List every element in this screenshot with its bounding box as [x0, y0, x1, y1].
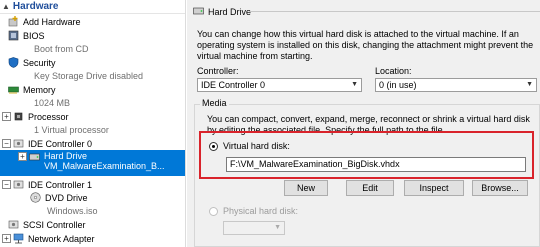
expand-plus-icon[interactable]: +	[18, 152, 27, 161]
physical-hard-disk-label: Physical hard disk:	[223, 206, 299, 216]
tree-item-memory[interactable]: Memory	[0, 83, 185, 96]
tree-item-label: IDE Controller 0	[28, 138, 93, 149]
tree-item-label: Network Adapter	[28, 233, 95, 244]
shield-icon	[8, 57, 19, 68]
hardware-section-title: Hardware	[12, 1, 59, 12]
tree-item-sub: Windows.iso	[0, 204, 185, 217]
tree-item-ide-controller-1[interactable]: − IDE Controller 1	[0, 178, 185, 191]
hard-drive-icon	[29, 151, 40, 162]
tree-item-label: DVD Drive	[45, 192, 88, 203]
hard-drive-icon	[193, 5, 204, 18]
tree-item-label: Add Hardware	[23, 16, 81, 27]
tree-item-hard-drive[interactable]: + Hard Drive VM_MalwareExamination_B...	[0, 150, 185, 176]
security-sub-text: Key Storage Drive disabled	[34, 70, 144, 81]
collapse-minus-icon[interactable]: −	[2, 139, 11, 148]
tree-item-ide-controller-0[interactable]: − IDE Controller 0	[0, 137, 185, 150]
tree-item-label: Memory	[23, 84, 56, 95]
processor-icon	[13, 111, 24, 122]
hardware-section-header[interactable]: ▲ Hardware	[0, 0, 185, 14]
chevron-down-icon: ▼	[274, 224, 281, 231]
tree-item-dvd-drive[interactable]: DVD Drive	[0, 191, 185, 204]
controller-label: Controller:	[197, 66, 239, 76]
memory-sub-text: 1024 MB	[34, 97, 71, 108]
tree-item-sub: Boot from CD	[0, 42, 185, 55]
tree-item-add-hardware[interactable]: Add Hardware	[0, 15, 185, 28]
tree-item-processor[interactable]: + Processor	[0, 110, 185, 123]
tree-item-label: Hard Drive	[44, 151, 88, 161]
physical-disk-select[interactable]: ▼	[223, 221, 285, 235]
dvd-disc-icon	[30, 192, 41, 203]
memory-icon	[8, 84, 19, 95]
tree-item-scsi-controller[interactable]: SCSI Controller	[0, 218, 185, 231]
location-select-value: 0 (in use)	[379, 80, 417, 90]
network-adapter-icon	[13, 233, 24, 244]
tree-item-network-adapter[interactable]: + Network Adapter	[0, 232, 185, 245]
bios-sub-text: Boot from CD	[34, 43, 89, 54]
tree-item-label: Security	[23, 57, 56, 68]
tree-item-label: IDE Controller 1	[28, 179, 93, 190]
controller-select[interactable]: IDE Controller 0 ▼	[197, 78, 362, 92]
media-group-title: Media	[200, 98, 229, 108]
hard-drive-settings-pane: Hard Drive You can change how this virtu…	[187, 0, 540, 247]
pane-title: Hard Drive	[208, 6, 252, 17]
red-highlight-box	[199, 131, 534, 179]
collapse-chevron-icon[interactable]: ▲	[2, 2, 10, 11]
browse-button[interactable]: Browse...	[472, 180, 528, 196]
new-button[interactable]: New	[284, 180, 328, 196]
chevron-down-icon: ▼	[351, 81, 358, 88]
location-select[interactable]: 0 (in use) ▼	[375, 78, 537, 92]
controller-icon	[13, 138, 24, 149]
location-label: Location:	[375, 66, 412, 76]
controller-icon	[13, 179, 24, 190]
add-hardware-icon	[8, 16, 19, 27]
dvd-sub-text: Windows.iso	[47, 205, 98, 216]
physical-hard-disk-radio[interactable]	[209, 207, 218, 216]
tree-item-sub: 1 Virtual processor	[0, 123, 185, 136]
tree-item-sub: Key Storage Drive disabled	[0, 69, 185, 82]
hard-drive-sub-text: VM_MalwareExamination_B...	[44, 161, 165, 171]
attachment-description: You can change how this virtual hard dis…	[197, 29, 534, 61]
tree-item-label: BIOS	[23, 30, 45, 41]
inspect-button[interactable]: Inspect	[404, 180, 464, 196]
bios-chip-icon	[8, 30, 19, 41]
tree-item-security[interactable]: Security	[0, 56, 185, 69]
processor-sub-text: 1 Virtual processor	[34, 124, 109, 135]
expand-plus-icon[interactable]: +	[2, 112, 11, 121]
tree-item-sub: 1024 MB	[0, 96, 185, 109]
edit-button[interactable]: Edit	[346, 180, 394, 196]
pane-header: Hard Drive	[193, 5, 251, 18]
tree-item-label: Processor	[28, 111, 69, 122]
collapse-minus-icon[interactable]: −	[2, 180, 11, 189]
hardware-tree: ▲ Hardware Add Hardware BIOS Boot from C…	[0, 0, 186, 247]
controller-select-value: IDE Controller 0	[201, 80, 266, 90]
tree-item-bios[interactable]: BIOS	[0, 29, 185, 42]
controller-icon	[8, 219, 19, 230]
tree-item-label: SCSI Controller	[23, 219, 86, 230]
chevron-down-icon: ▼	[526, 81, 533, 88]
header-divider	[249, 11, 540, 12]
expand-plus-icon[interactable]: +	[2, 234, 11, 243]
